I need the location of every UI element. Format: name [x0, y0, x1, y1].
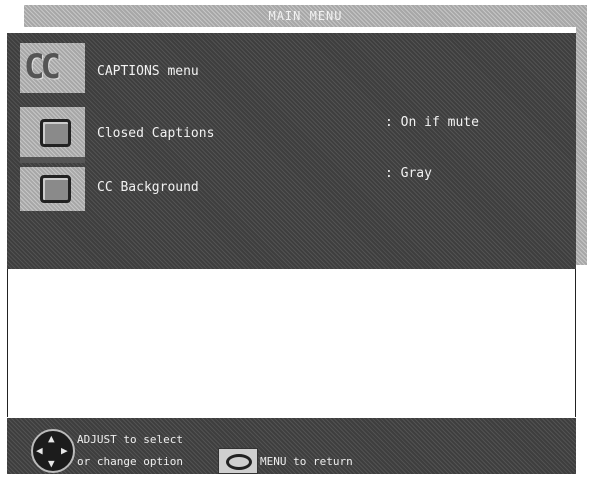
help-bar: ▲ ▼ ◀ ▶ ADJUST to select or change optio… — [7, 418, 576, 474]
hint-change-option: or change option — [77, 455, 183, 468]
menu-title: MAIN MENU — [268, 9, 343, 23]
menu-button-icon — [218, 448, 258, 474]
closed-captions-value[interactable]: : On if mute — [385, 115, 479, 130]
content-area — [7, 269, 576, 417]
closed-captions-icon[interactable] — [20, 107, 85, 163]
arrow-left-icon: ◀ — [36, 444, 43, 457]
hint-menu-return: MENU to return — [260, 455, 353, 468]
monitor-icon — [40, 119, 71, 147]
monitor-icon — [40, 175, 71, 203]
arrow-up-icon: ▲ — [48, 432, 55, 445]
cc-background-icon[interactable] — [20, 167, 85, 211]
selection-indicator — [20, 157, 85, 163]
arrow-right-icon: ▶ — [61, 444, 68, 457]
title-bar: MAIN MENU — [24, 5, 587, 27]
menu-item-captions-label[interactable]: CAPTIONS menu — [97, 64, 199, 79]
menu-item-closed-captions-label[interactable]: Closed Captions — [97, 126, 214, 141]
menu-panel: CC CAPTIONS menu Closed Captions : On if… — [7, 33, 576, 269]
dpad-icon: ▲ ▼ ◀ ▶ — [31, 429, 75, 473]
panel-shadow — [576, 27, 587, 265]
menu-item-cc-background-label[interactable]: CC Background — [97, 180, 199, 195]
captions-cc-icon[interactable]: CC — [20, 43, 85, 93]
cc-glyph: CC — [24, 47, 61, 87]
arrow-down-icon: ▼ — [48, 457, 55, 470]
oval-icon — [226, 454, 252, 470]
cc-background-value[interactable]: : Gray — [385, 166, 432, 181]
hint-adjust: ADJUST to select — [77, 433, 183, 446]
